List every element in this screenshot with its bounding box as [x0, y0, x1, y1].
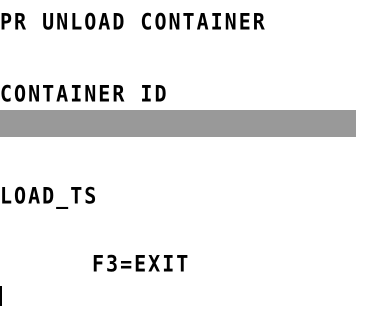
f3-exit-key[interactable]: F3=EXIT [92, 250, 190, 277]
terminal-screen: PR UNLOAD CONTAINER CONTAINER ID LOAD_TS… [0, 0, 377, 312]
container-id-label: CONTAINER ID [0, 80, 169, 107]
page-title: PR UNLOAD CONTAINER [0, 8, 267, 35]
text-cursor [0, 286, 2, 306]
container-id-input[interactable] [0, 110, 356, 137]
load-ts-label: LOAD_TS [0, 182, 99, 209]
